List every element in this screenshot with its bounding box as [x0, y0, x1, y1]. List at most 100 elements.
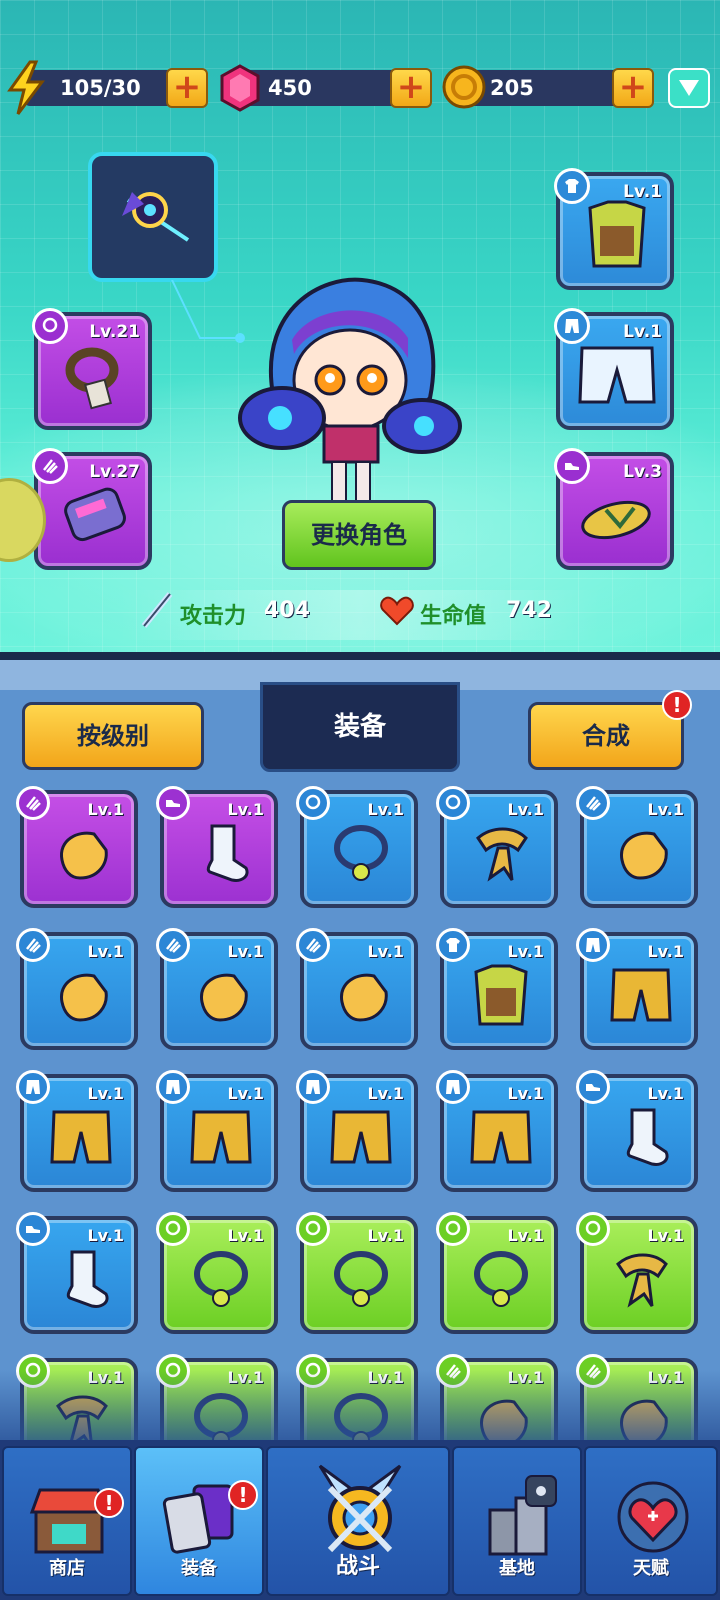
inventory-item-glove[interactable]: Lv.1	[156, 928, 278, 1050]
item-level: Lv.1	[227, 800, 264, 819]
item-level: Lv.1	[647, 800, 684, 819]
attack-value: 404	[264, 598, 310, 623]
item-type-badge	[436, 1070, 470, 1104]
inventory-item-glove[interactable]: Lv.1	[16, 928, 138, 1050]
add-coins-button[interactable]: +	[612, 68, 654, 108]
inventory-item-necklace[interactable]: Lv.1	[156, 1212, 278, 1334]
inventory-item-armor[interactable]: Lv.1	[436, 928, 558, 1050]
inventory-item-necklace[interactable]: Lv.1	[436, 1212, 558, 1334]
pants-type-icon	[446, 1080, 460, 1094]
armor-icon	[474, 964, 528, 1026]
inventory-item-glove[interactable]: Lv.1	[576, 786, 698, 908]
inventory-item-necklace[interactable]: Lv.1	[296, 786, 418, 908]
item-level: Lv.1	[367, 942, 404, 961]
item-level: Lv.1	[227, 1226, 264, 1245]
sock-type-icon	[26, 1226, 40, 1233]
add-energy-button[interactable]: +	[166, 68, 208, 108]
item-level: Lv.1	[87, 1226, 124, 1245]
item-type-badge	[16, 928, 50, 962]
pants-type-icon	[26, 1080, 40, 1094]
equipment-grid: Lv.1 Lv.1 Lv.1 Lv.1 Lv.1 Lv.1 Lv.1 Lv.1 Lv.1 Lv.1…	[0, 786, 720, 1476]
nav-shop[interactable]: ! 商店	[2, 1446, 132, 1596]
synthesize-button[interactable]: 合成	[528, 702, 684, 770]
inventory-item-pants[interactable]: Lv.1	[436, 1070, 558, 1192]
nav-equipment-label: 装备	[181, 1558, 217, 1579]
inventory-item-glove[interactable]: Lv.1	[296, 928, 418, 1050]
gem-icon	[220, 64, 260, 112]
sock-type-icon	[586, 1084, 600, 1091]
add-gems-button[interactable]: +	[390, 68, 432, 108]
energy-counter: 105/30	[24, 70, 174, 106]
glove-icon	[200, 973, 248, 1022]
weapon-slot[interactable]	[88, 152, 218, 282]
base-building-icon	[488, 1475, 557, 1556]
inventory-item-scarf[interactable]: Lv.1	[436, 786, 558, 908]
item-level: Lv.1	[367, 1084, 404, 1103]
shield-button[interactable]	[668, 68, 710, 108]
inventory-item-pants[interactable]: Lv.1	[156, 1070, 278, 1192]
item-type-badge	[296, 1212, 330, 1246]
equipped-armor-slot[interactable]: Lv.1	[554, 168, 674, 290]
equipped-shoes-slot[interactable]: Lv.3	[554, 448, 674, 570]
shoes-type-badge	[554, 448, 590, 484]
equipped-gloves-slot[interactable]: Lv.27	[32, 448, 152, 570]
item-type-badge	[436, 786, 470, 820]
inventory-item-pants[interactable]: Lv.1	[296, 1070, 418, 1192]
armor-type-icon	[446, 938, 460, 952]
change-character-button[interactable]: 更换角色	[282, 500, 436, 570]
inventory-item-glove[interactable]: Lv.1	[16, 786, 138, 908]
inventory-item-necklace[interactable]: Lv.1	[296, 1212, 418, 1334]
sort-by-level-button[interactable]: 按级别	[22, 702, 204, 770]
bottom-navigation: ! 商店 ! 装备 战斗 基地 天赋	[0, 1440, 720, 1600]
inventory-item-scarf[interactable]: Lv.1	[576, 1212, 698, 1334]
white-shorts-icon	[578, 346, 656, 404]
necklace-icon	[194, 1251, 248, 1307]
pants-icon	[565, 319, 579, 333]
nav-battle[interactable]: 战斗	[266, 1446, 450, 1596]
talent-heart-icon	[617, 1481, 689, 1553]
item-type-badge	[436, 928, 470, 962]
necklace-type-icon	[445, 1220, 461, 1236]
item-type-badge	[436, 1212, 470, 1246]
attack-label: 攻击力	[180, 604, 247, 629]
tab-equipment[interactable]: 装备	[260, 682, 460, 772]
necklace-icon	[42, 317, 58, 333]
item-type-badge	[156, 1070, 190, 1104]
nav-battle-label: 战斗	[335, 1554, 380, 1579]
item-level: Lv.1	[227, 1084, 264, 1103]
inventory-item-sock[interactable]: Lv.1	[576, 1070, 698, 1192]
character-stage: 105/30 + 450 + 205 + Lv.21 Lv.27 Lv.1 Lv…	[0, 0, 720, 660]
nav-talent[interactable]: 天赋	[584, 1446, 718, 1596]
pants-type-icon	[306, 1080, 320, 1094]
necklace-level: Lv.21	[89, 322, 140, 342]
scarf-icon	[476, 827, 528, 882]
inventory-item-sock[interactable]: Lv.1	[16, 1212, 138, 1334]
glove-icon	[60, 973, 108, 1022]
inventory-item-pants[interactable]: Lv.1	[576, 928, 698, 1050]
item-type-badge	[576, 928, 610, 962]
item-type-badge	[576, 1212, 610, 1246]
item-type-badge	[296, 928, 330, 962]
shield-icon	[679, 80, 699, 96]
item-level: Lv.1	[507, 942, 544, 961]
energy-value: 105/30	[60, 76, 141, 100]
lightning-icon	[7, 60, 45, 115]
nav-equipment[interactable]: ! 装备	[134, 1446, 264, 1596]
vest-armor-icon	[588, 200, 646, 268]
equipped-necklace-slot[interactable]: Lv.21	[32, 308, 152, 430]
inventory-item-pants[interactable]: Lv.1	[16, 1070, 138, 1192]
stage-divider	[0, 652, 720, 660]
item-level: Lv.1	[367, 800, 404, 819]
character-avatar	[238, 277, 462, 503]
necklace-icon	[334, 1251, 388, 1307]
pants-type-icon	[166, 1080, 180, 1094]
equipped-pants-slot[interactable]: Lv.1	[554, 308, 674, 430]
nav-base[interactable]: 基地	[452, 1446, 582, 1596]
pants-type-badge	[554, 308, 590, 344]
glove-type-icon	[586, 796, 601, 811]
inventory-item-sock[interactable]: Lv.1	[156, 786, 278, 908]
glove-type-icon	[43, 459, 58, 474]
necklace-type-icon	[165, 1220, 181, 1236]
glove-type-icon	[26, 796, 41, 811]
glove-type-icon	[26, 938, 41, 953]
